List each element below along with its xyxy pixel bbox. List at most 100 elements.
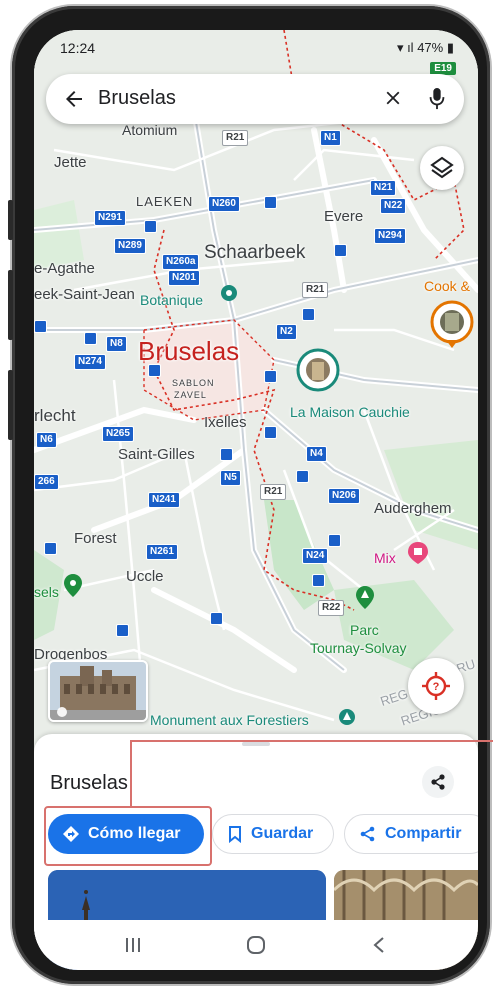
transit-icon (296, 470, 309, 483)
map-label: Monument aux Forestiers (150, 712, 309, 728)
transit-icon (264, 196, 277, 209)
road-shield: N21 (370, 180, 397, 196)
map-label: sels (34, 584, 59, 600)
map-label: SABLON (172, 378, 215, 388)
transit-icon (220, 448, 233, 461)
highlight-box (44, 806, 212, 866)
transit-icon (34, 320, 47, 333)
highlight-connector (130, 740, 493, 742)
map-label: Parc (350, 622, 379, 638)
transit-icon (264, 426, 277, 439)
map-label: Evere (324, 208, 364, 225)
my-location-button[interactable]: ? (408, 658, 464, 714)
road-shield: N2 (276, 324, 297, 340)
phone-side-button (8, 370, 13, 440)
status-battery: ▾ ıl 47% ▮ (396, 40, 454, 55)
map-label: Mix (374, 550, 396, 566)
road-shield: N24 (302, 548, 329, 564)
layers-icon (430, 156, 454, 179)
map-label: Atomium (122, 122, 178, 138)
road-shield: N6 (36, 432, 57, 448)
road-shield: R21 (222, 130, 249, 146)
road-shield: N289 (114, 238, 146, 254)
highlight-connector (130, 740, 132, 806)
transit-icon (264, 370, 277, 383)
share-chip-button[interactable]: Compartir (344, 814, 478, 854)
transit-icon (148, 364, 161, 377)
street-view-image (50, 662, 146, 720)
layers-button[interactable] (420, 146, 464, 190)
map-label: La Maison Cauchie (290, 404, 410, 420)
botanique-pin-icon[interactable] (220, 284, 238, 302)
map-label: Tournay-Solvay (310, 640, 407, 656)
maison-cauchie-photo-pin[interactable] (296, 348, 340, 392)
home-icon[interactable] (246, 935, 266, 955)
share-icon (360, 826, 375, 842)
map-label: Forest (74, 530, 117, 547)
map-label: rlecht (34, 406, 76, 425)
map-canvas[interactable]: 12:24 ▾ ıl 47% ▮ E19 Atomium Jette LAEKE… (34, 30, 478, 750)
map-label: Botanique (140, 292, 204, 308)
road-shield: N206 (328, 488, 360, 504)
map-roads (34, 30, 478, 750)
street-view-thumbnail[interactable] (48, 660, 148, 722)
bookmark-icon (229, 826, 241, 843)
svg-text:?: ? (433, 681, 440, 693)
wifi-icon: ▾ ıl (396, 40, 418, 55)
road-shield: N8 (106, 336, 127, 352)
road-shield: N1 (320, 130, 341, 146)
share-icon (431, 774, 445, 790)
road-shield: N265 (102, 426, 134, 442)
location-unknown-icon: ? (422, 672, 450, 700)
map-label: Jette (54, 154, 87, 171)
back-icon[interactable] (372, 936, 386, 954)
cook-photo-pin[interactable] (430, 300, 474, 350)
microphone-icon[interactable] (426, 86, 448, 112)
transit-icon (302, 308, 315, 321)
transit-icon (334, 244, 347, 257)
map-label: Saint-Gilles (118, 446, 195, 463)
road-shield: N294 (374, 228, 406, 244)
map-label: Auderghem (374, 500, 452, 517)
road-shield: N241 (148, 492, 180, 508)
place-title: Bruselas (50, 772, 128, 794)
park-pin-icon[interactable] (64, 574, 82, 598)
road-shield: 266 (34, 474, 59, 490)
map-label: Cook & (424, 278, 470, 294)
road-shield: N291 (94, 210, 126, 226)
road-shield: N4 (306, 446, 327, 462)
road-shield: N5 (220, 470, 241, 486)
transit-icon (44, 542, 57, 555)
city-label: Bruselas (138, 336, 240, 366)
status-bar: 12:24 ▾ ıl 47% ▮ (34, 30, 478, 64)
transit-icon (144, 220, 157, 233)
share-button[interactable] (422, 766, 454, 798)
share-label: Compartir (385, 825, 462, 842)
road-shield: N261 (146, 544, 178, 560)
phone-side-button (8, 270, 13, 340)
road-shield: R21 (302, 282, 329, 298)
map-label: LAEKEN (136, 194, 194, 209)
transit-icon (210, 612, 223, 625)
sheet-drag-handle[interactable] (242, 742, 270, 746)
map-label: e-Agathe (34, 260, 95, 277)
map-label: Uccle (126, 568, 164, 585)
clear-icon[interactable] (382, 87, 404, 109)
transit-icon (84, 332, 97, 345)
road-shield: R21 (260, 484, 287, 500)
transit-icon (116, 624, 129, 637)
road-shield: N274 (74, 354, 106, 370)
map-label: eek-Saint-Jean (34, 286, 135, 303)
search-bar[interactable]: Bruselas (46, 74, 464, 124)
road-shield: N260a (162, 254, 200, 270)
search-input[interactable]: Bruselas (98, 87, 176, 110)
save-button[interactable]: Guardar (212, 814, 334, 854)
road-shield: N201 (168, 270, 200, 286)
back-arrow-icon[interactable] (62, 87, 86, 111)
map-label: Ixelles (204, 414, 247, 431)
phone-side-button (8, 200, 13, 240)
shopping-pin-icon[interactable] (408, 542, 428, 564)
park-pin-icon[interactable] (356, 586, 374, 610)
monument-pin-icon[interactable] (338, 708, 356, 726)
recent-apps-icon[interactable] (124, 936, 142, 954)
